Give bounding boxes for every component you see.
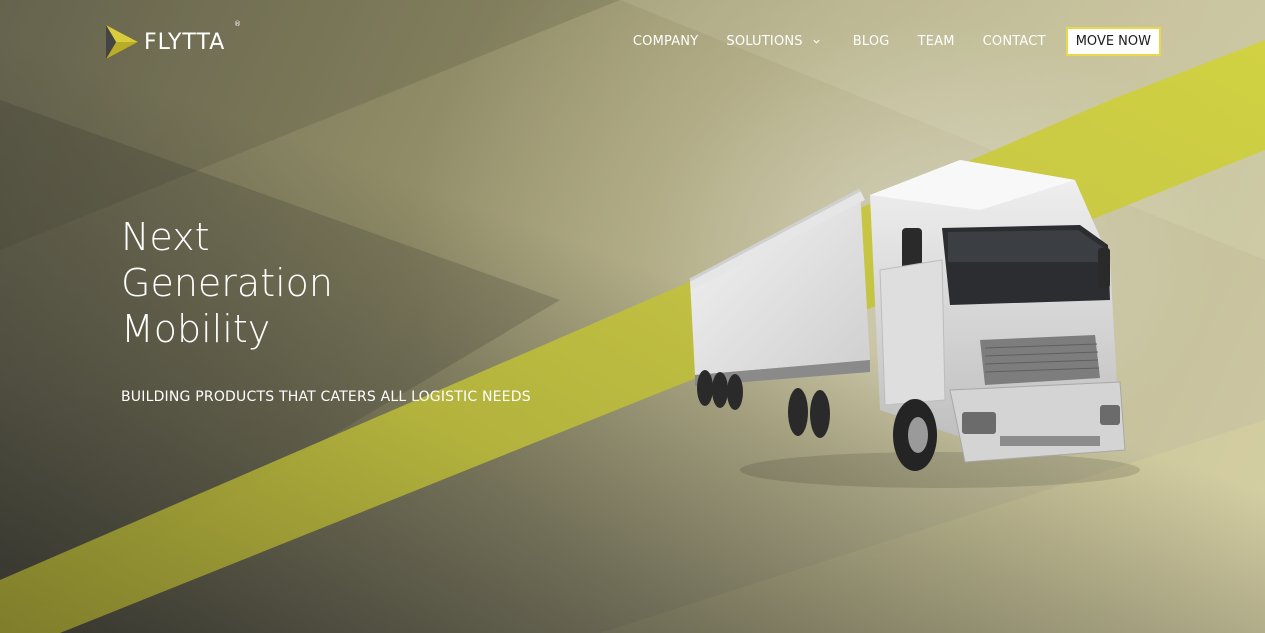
hero-headline: Next Generation Mobility (121, 214, 333, 352)
nav-item-team[interactable]: TEAM (918, 34, 955, 49)
brand-name: FLYTTA (144, 29, 226, 55)
chevron-down-icon (813, 39, 820, 44)
headline-line: Next (121, 215, 210, 259)
nav-item-contact[interactable]: CONTACT (983, 34, 1046, 49)
main-nav: COMPANY SOLUTIONS BLOG TEAM CONTACT MOVE… (633, 27, 1161, 56)
flytta-logo-icon (106, 25, 138, 59)
registered-mark: ® (234, 20, 241, 28)
nav-item-company[interactable]: COMPANY (633, 34, 699, 49)
nav-item-solutions-label: SOLUTIONS (726, 34, 803, 49)
brand-logo[interactable]: FLYTTA ® (104, 20, 241, 62)
hero-subtitle: BUILDING PRODUCTS THAT CATERS ALL LOGIST… (121, 389, 531, 405)
truck-image (689, 160, 1140, 488)
nav-item-solutions[interactable]: SOLUTIONS (726, 34, 820, 49)
move-now-button[interactable]: MOVE NOW (1065, 27, 1161, 56)
headline-line: Generation (121, 261, 333, 305)
headline-line: Mobility (121, 307, 271, 351)
nav-item-blog[interactable]: BLOG (853, 34, 890, 49)
